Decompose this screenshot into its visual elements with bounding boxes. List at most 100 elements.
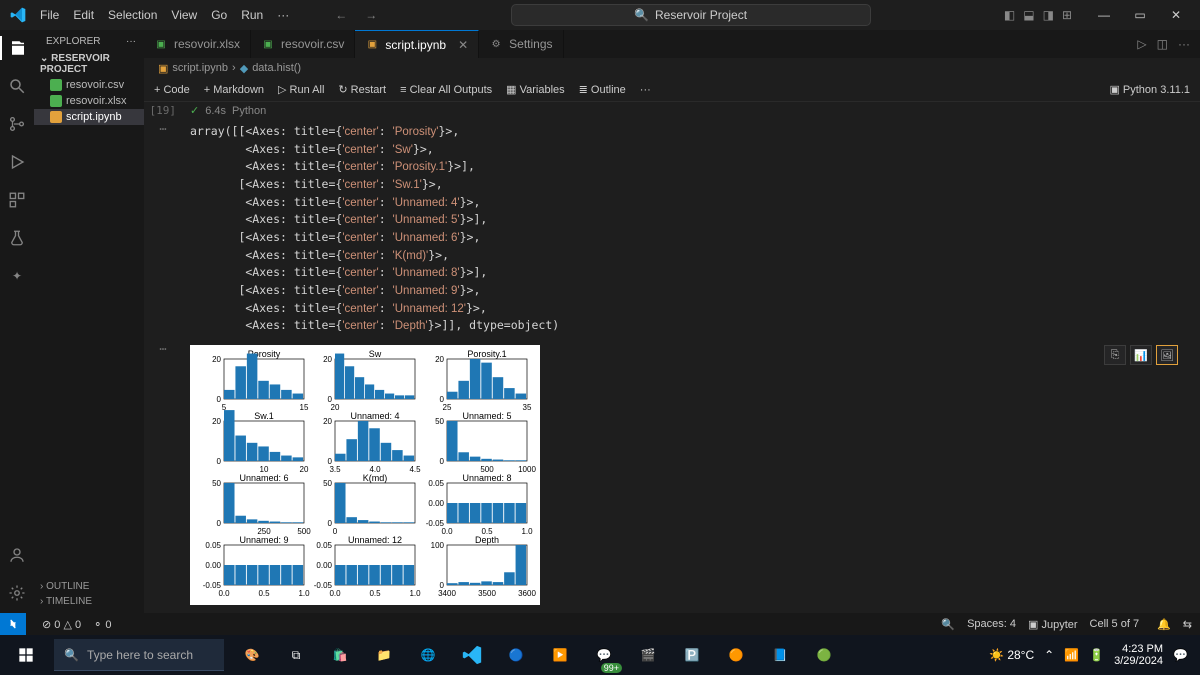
menu-···[interactable]: ··· — [271, 4, 295, 26]
search-icon: 🔍 — [634, 8, 649, 22]
nbtool-[interactable]: ··· — [640, 84, 651, 96]
output-toolbar: ⎘ 📊 🖼 — [1104, 339, 1186, 611]
layout-right-icon[interactable]: ◨ — [1043, 8, 1054, 22]
maximize-button[interactable]: ▭ — [1122, 0, 1158, 30]
menu-go[interactable]: Go — [205, 4, 233, 26]
testing-icon[interactable] — [5, 226, 29, 250]
tab-resovoir-csv[interactable]: ▣resovoir.csv — [251, 30, 355, 58]
split-editor-icon[interactable]: ◫ — [1157, 37, 1168, 51]
prettier-icon[interactable]: ⇆ — [1183, 618, 1192, 631]
taskbar-chrome-icon[interactable]: 🔵 — [496, 635, 536, 675]
nav-arrows: ← → — [335, 8, 377, 22]
kernel-picker[interactable]: ▣ Python 3.11.1 — [1109, 83, 1190, 96]
chart-view-icon[interactable]: 📊 — [1130, 345, 1152, 365]
project-section[interactable]: RESERVOIR PROJECT — [34, 51, 144, 77]
minimize-button[interactable]: — — [1086, 0, 1122, 30]
weather-widget[interactable]: ☀️ 28°C — [989, 648, 1034, 662]
taskbar-youtube-icon[interactable]: ▶️ — [540, 635, 580, 675]
taskbar-edge-icon[interactable]: 🌐 — [408, 635, 448, 675]
menu-file[interactable]: File — [34, 4, 65, 26]
problems-status[interactable]: ⊘ 0 △ 0 — [42, 618, 81, 631]
source-control-icon[interactable] — [5, 112, 29, 136]
notifications-icon[interactable]: 🔔 — [1157, 618, 1171, 631]
layout-grid-icon[interactable]: ⊞ — [1062, 8, 1072, 22]
nbtool-runall[interactable]: ▷ Run All — [278, 83, 324, 96]
nbtool-code[interactable]: + Code — [154, 84, 190, 96]
menu-run[interactable]: Run — [235, 4, 269, 26]
command-center[interactable]: 🔍 Reservoir Project — [511, 4, 871, 26]
cell-collapse-icon[interactable]: … — [144, 119, 182, 339]
bc-file[interactable]: script.ipynb — [172, 62, 228, 74]
taskbar-movies-icon[interactable]: 🎬 — [628, 635, 668, 675]
settings-gear-icon[interactable] — [5, 581, 29, 605]
start-button[interactable] — [6, 635, 46, 675]
taskbar-store-icon[interactable]: 🛍️ — [320, 635, 360, 675]
copy-output-icon[interactable]: ⎘ — [1104, 345, 1126, 365]
file-resovoir-xlsx[interactable]: resovoir.xlsx — [34, 93, 144, 109]
file-script-ipynb[interactable]: script.ipynb — [34, 109, 144, 125]
tab-more-icon[interactable]: ··· — [1178, 37, 1190, 51]
system-clock[interactable]: 4:23 PM 3/29/2024 — [1114, 643, 1163, 667]
taskbar-spotify-icon[interactable]: 🟢 — [804, 635, 844, 675]
remote-indicator[interactable] — [0, 613, 26, 635]
layout-bottom-icon[interactable]: ⬓ — [1023, 8, 1034, 22]
nbtool-clearalloutputs[interactable]: ≡ Clear All Outputs — [400, 84, 492, 96]
menu-selection[interactable]: Selection — [102, 4, 163, 26]
explorer-header: EXPLORER ··· — [34, 30, 144, 51]
nbtool-restart[interactable]: ↻ Restart — [338, 83, 386, 96]
tab-script-ipynb[interactable]: ▣script.ipynb✕ — [355, 30, 479, 58]
jupyter-status[interactable]: ▣ Jupyter — [1028, 618, 1078, 631]
explorer-more-icon[interactable]: ··· — [126, 36, 136, 47]
file-resovoir-csv[interactable]: resovoir.csv — [34, 77, 144, 93]
task-view-icon[interactable]: ⧉ — [276, 635, 316, 675]
taskbar-facebook-icon[interactable]: 📘 — [760, 635, 800, 675]
taskbar-vscode-icon[interactable] — [452, 635, 492, 675]
image-view-icon[interactable]: 🖼 — [1156, 345, 1178, 365]
close-tab-icon[interactable]: ✕ — [458, 38, 468, 52]
extensions-icon[interactable] — [5, 188, 29, 212]
jupyter-icon[interactable]: ✦ — [5, 264, 29, 288]
accounts-icon[interactable] — [5, 543, 29, 567]
svg-text:Unnamed: 9: Unnamed: 9 — [239, 535, 288, 545]
run-debug-icon[interactable] — [5, 150, 29, 174]
subplot-unnamed--4: Unnamed: 4 0203.54.04.5 — [309, 411, 420, 473]
nbtool-outline[interactable]: ≣ Outline — [579, 83, 626, 96]
wifi-icon[interactable]: 📶 — [1064, 648, 1079, 662]
spaces-status[interactable]: Spaces: 4 — [967, 618, 1016, 630]
battery-icon[interactable]: 🔋 — [1089, 648, 1104, 662]
menu-edit[interactable]: Edit — [67, 4, 100, 26]
svg-text:0.5: 0.5 — [370, 589, 382, 598]
activity-bar: ✦ — [0, 30, 34, 613]
taskbar-search[interactable]: 🔍 Type here to search — [54, 639, 224, 671]
breadcrumb: ▣ script.ipynb › ◆ data.hist() — [144, 58, 1200, 78]
svg-text:Unnamed: 4: Unnamed: 4 — [351, 411, 400, 421]
cell-pos-status[interactable]: Cell 5 of 7 — [1090, 618, 1140, 630]
tray-chevron-icon[interactable]: ⌃ — [1044, 648, 1054, 662]
feedback-icon[interactable]: 🔍 — [941, 618, 955, 631]
nav-forward-icon[interactable]: → — [365, 8, 377, 22]
timeline-section[interactable]: TIMELINE — [34, 594, 144, 609]
ports-status[interactable]: ⚬ 0 — [93, 618, 111, 631]
tab-Settings[interactable]: ⚙Settings — [479, 30, 563, 58]
taskbar-ubuntu-icon[interactable]: 🟠 — [716, 635, 756, 675]
taskbar-paint-icon[interactable]: 🎨 — [232, 635, 272, 675]
tab-resovoir-xlsx[interactable]: ▣resovoir.xlsx — [144, 30, 251, 58]
layout-left-icon[interactable]: ◧ — [1004, 8, 1015, 22]
nbtool-variables[interactable]: ▦ Variables — [506, 83, 565, 96]
bc-cell[interactable]: data.hist() — [252, 62, 301, 74]
taskbar-pycharm-icon[interactable]: 🅿️ — [672, 635, 712, 675]
svg-text:Porosity.1: Porosity.1 — [467, 349, 506, 359]
explorer-title: EXPLORER — [46, 36, 100, 47]
taskbar-whatsapp-icon[interactable]: 💬99+ — [584, 635, 624, 675]
action-center-icon[interactable]: 💬 — [1173, 648, 1188, 662]
nbtool-markdown[interactable]: + Markdown — [204, 84, 264, 96]
explorer-icon[interactable] — [0, 36, 34, 60]
outline-section[interactable]: OUTLINE — [34, 579, 144, 594]
cell-collapse-icon-2[interactable]: … — [144, 339, 182, 611]
nav-back-icon[interactable]: ← — [335, 8, 347, 22]
close-button[interactable]: ✕ — [1158, 0, 1194, 30]
run-all-icon[interactable]: ▷ — [1137, 37, 1146, 51]
taskbar-explorer-icon[interactable]: 📁 — [364, 635, 404, 675]
search-activity-icon[interactable] — [5, 74, 29, 98]
menu-view[interactable]: View — [165, 4, 203, 26]
